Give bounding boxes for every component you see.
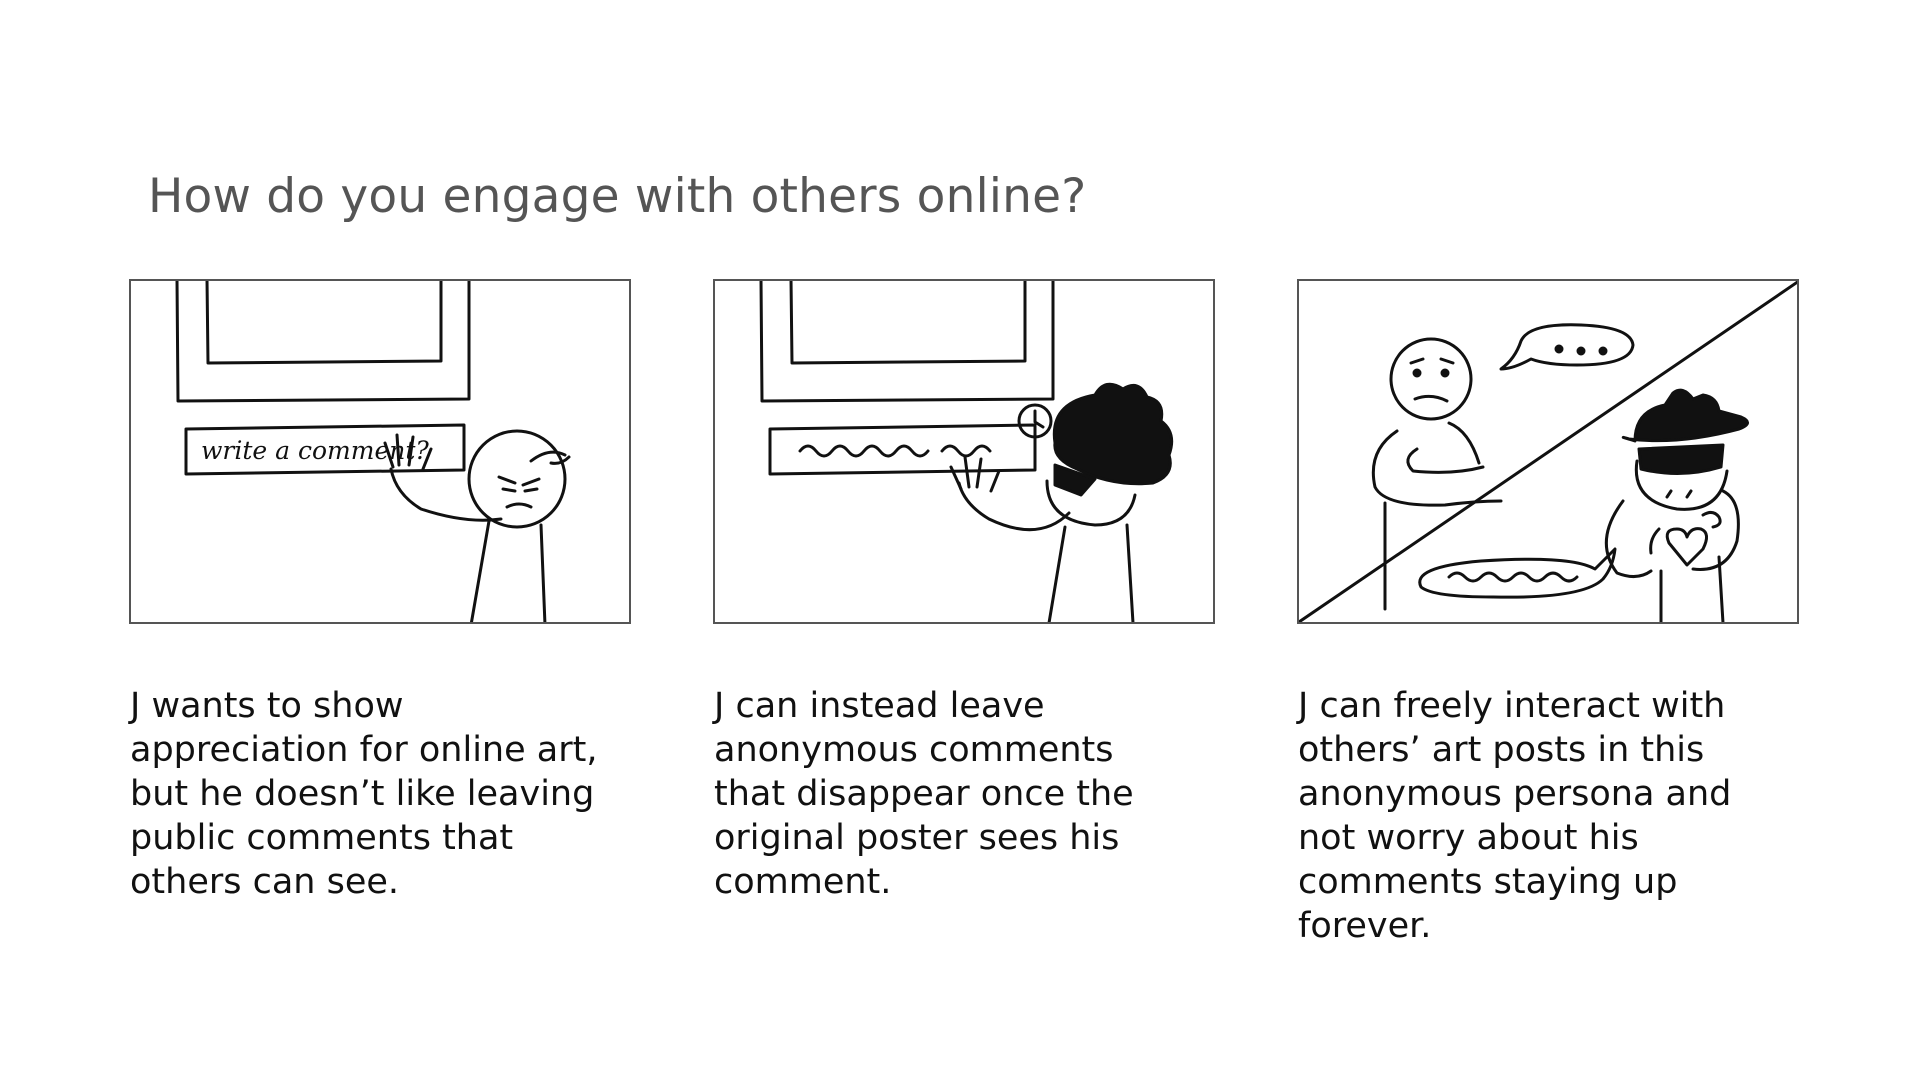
page-title: How do you engage with others online? bbox=[148, 169, 1087, 225]
caption-line: not worry about his bbox=[1298, 818, 1639, 858]
caption-line: original poster sees his bbox=[714, 818, 1120, 858]
caption-line: comment. bbox=[714, 862, 892, 902]
caption-line: anonymous comments bbox=[714, 730, 1114, 770]
storyboard-panel-1: write a comment? bbox=[129, 279, 631, 624]
storyboard-panel-2 bbox=[713, 279, 1215, 624]
caption-line: J wants to show bbox=[130, 686, 404, 726]
caption-line: forever. bbox=[1298, 906, 1432, 946]
sketch-user-hesitating: write a comment? bbox=[175, 281, 571, 622]
caption-panel-1: J wants to show appreciation for online … bbox=[130, 684, 610, 904]
caption-line: J can freely interact with bbox=[1298, 686, 1726, 726]
caption-line: anonymous persona and bbox=[1298, 774, 1732, 814]
storyboard-panel-3 bbox=[1297, 279, 1799, 624]
caption-line: public comments that bbox=[130, 818, 514, 858]
sketch-persona-interaction bbox=[1299, 281, 1797, 622]
caption-panel-3: J can freely interact with others’ art p… bbox=[1298, 684, 1778, 948]
caption-line: others can see. bbox=[130, 862, 400, 902]
caption-line: appreciation for online art, bbox=[130, 730, 598, 770]
caption-line: J can instead leave bbox=[714, 686, 1045, 726]
sketch-anonymous-comment bbox=[759, 281, 1174, 622]
caption-panel-2: J can instead leave anonymous comments t… bbox=[714, 684, 1194, 904]
sketch-comment-text: write a comment? bbox=[201, 436, 429, 465]
caption-line: but he doesn’t like leaving bbox=[130, 774, 595, 814]
caption-line: comments staying up bbox=[1298, 862, 1678, 902]
caption-line: others’ art posts in this bbox=[1298, 730, 1705, 770]
caption-line: that disappear once the bbox=[714, 774, 1134, 814]
